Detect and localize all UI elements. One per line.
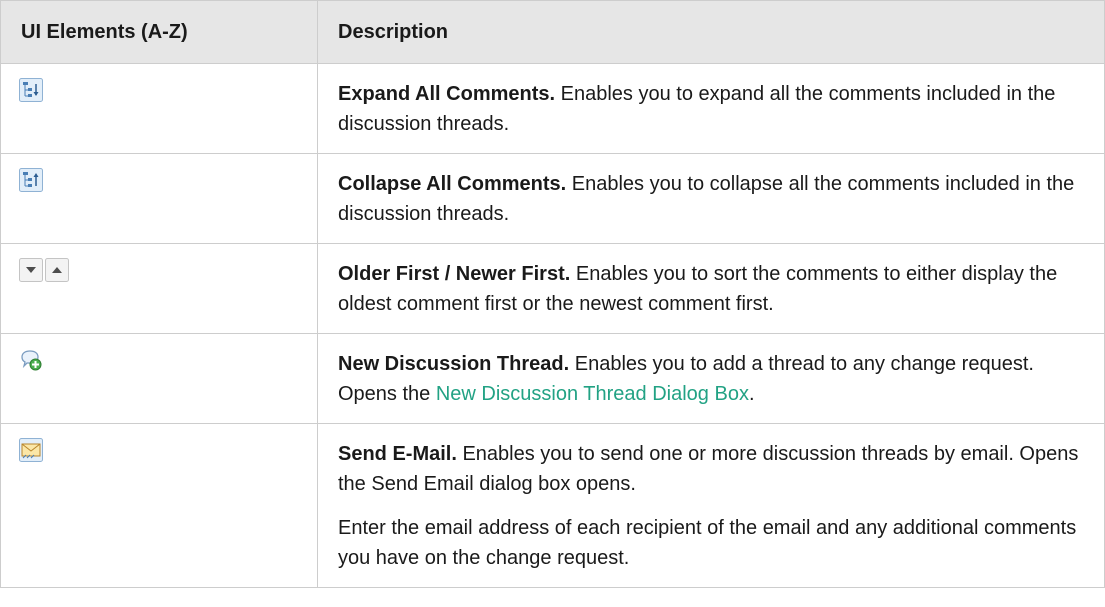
description-paragraph-2: Enter the email address of each recipien… [338,517,1077,569]
description-paragraph: Collapse All Comments. Enables you to co… [338,169,1086,229]
table-header-row: UI Elements (A-Z) Description [0,0,1105,64]
description-cell: Older First / Newer First. Enables you t… [317,243,1105,334]
icon-cell [0,153,318,244]
description-paragraph: Older First / Newer First. Enables you t… [338,259,1086,319]
table-row: New Discussion Thread. Enables you to ad… [0,333,1105,424]
element-title: New Discussion Thread. [338,353,570,375]
description-paragraph: New Discussion Thread. Enables you to ad… [338,349,1086,409]
icon-cell [0,63,318,154]
header-description: Description [317,0,1105,64]
element-title: Collapse All Comments. [338,173,567,195]
description-cell: Expand All Comments. Enables you to expa… [317,63,1105,154]
icon-cell [0,243,318,334]
header-ui-elements: UI Elements (A-Z) [0,0,318,64]
send-email-icon [19,438,43,462]
description-cell: Send E-Mail. Enables you to send one or … [317,423,1105,588]
description-paragraph: Send E-Mail. Enables you to send one or … [338,439,1086,499]
new-discussion-thread-icon [21,350,42,371]
icon-cell [0,333,318,424]
new-discussion-thread-dialog-link[interactable]: New Discussion Thread Dialog Box [436,383,749,405]
element-title: Send E-Mail. [338,443,457,465]
sort-older-first-icon [19,258,43,282]
icon-cell [0,423,318,588]
collapse-all-comments-icon [19,168,43,192]
ui-elements-table: UI Elements (A-Z) Description Expand All… [0,0,1105,588]
table-row: Send E-Mail. Enables you to send one or … [0,423,1105,588]
table-row: Expand All Comments. Enables you to expa… [0,63,1105,154]
description-cell: Collapse All Comments. Enables you to co… [317,153,1105,244]
description-cell: New Discussion Thread. Enables you to ad… [317,333,1105,424]
table-row: Older First / Newer First. Enables you t… [0,243,1105,334]
sort-newer-first-icon [45,258,69,282]
expand-all-comments-icon [19,78,43,102]
table-row: Collapse All Comments. Enables you to co… [0,153,1105,244]
element-title: Expand All Comments. [338,83,556,105]
element-description-end: . [748,383,755,405]
description-paragraph: Expand All Comments. Enables you to expa… [338,79,1086,139]
element-title: Older First / Newer First. [338,263,571,285]
